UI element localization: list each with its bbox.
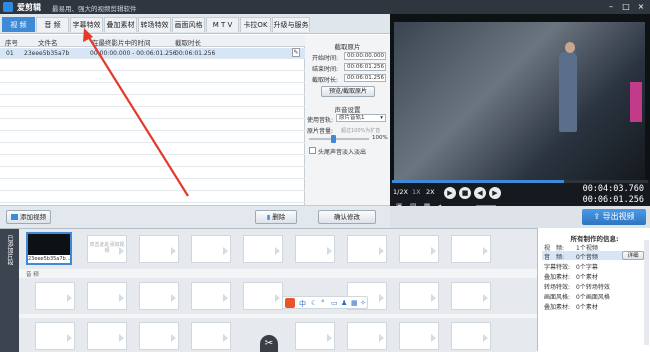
arrow-line [87,35,189,197]
annotation-arrow [83,28,189,197]
